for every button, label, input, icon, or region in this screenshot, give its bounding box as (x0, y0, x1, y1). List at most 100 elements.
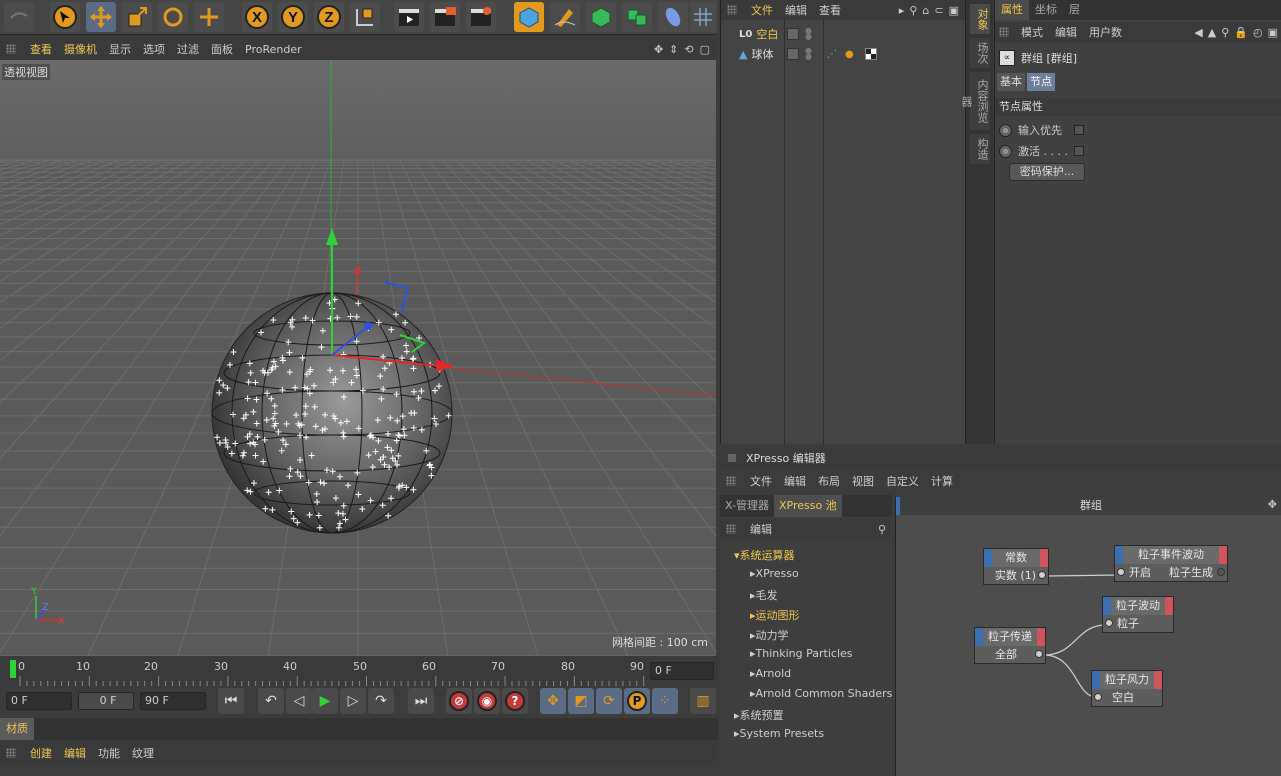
tree-item-system-operators[interactable]: ▾系统运算器 (734, 547, 795, 563)
output-port[interactable] (1035, 650, 1043, 658)
lock-icon[interactable]: 🔒 (1234, 26, 1248, 39)
menu-edit[interactable]: 编辑 (1049, 24, 1083, 40)
key-pla-button[interactable]: ⁘ (652, 688, 678, 714)
material-area[interactable] (0, 764, 718, 776)
node-particle-pass[interactable]: 粒子传递 全部 (974, 627, 1046, 664)
search-icon[interactable]: ⚲ (1221, 26, 1229, 39)
input-port[interactable] (1117, 568, 1125, 576)
node-constant[interactable]: 常数 实数 (1) (983, 548, 1049, 585)
object-name[interactable]: 球体 (751, 46, 773, 62)
new-window-icon[interactable]: ▣ (1268, 26, 1278, 39)
search-icon[interactable]: ⚲ (909, 4, 917, 17)
render-dots-icon[interactable]: ● ● (805, 27, 812, 41)
menu-custom[interactable]: 自定义 (880, 473, 925, 489)
prev-key-button[interactable]: ↶ (258, 688, 284, 714)
next-frame-button[interactable]: ▷ (340, 688, 366, 714)
x-axis-button[interactable]: X (242, 2, 272, 32)
enable-checkbox[interactable] (1074, 146, 1084, 156)
play-button[interactable]: ▶ (312, 688, 338, 714)
tab-material[interactable]: 材质 (0, 718, 34, 740)
menu-user-data[interactable]: 用户数 (1083, 24, 1128, 40)
subdivision-button[interactable] (586, 2, 616, 32)
key-scale-button[interactable]: ◩ (568, 688, 594, 714)
undo-icon[interactable] (4, 2, 34, 32)
prev-frame-button[interactable]: ◁ (286, 688, 312, 714)
animate-radio-icon[interactable] (999, 123, 1012, 137)
tree-item[interactable]: ▸毛发 (750, 587, 778, 603)
current-frame-field[interactable]: 0 F (650, 662, 714, 680)
menu-file[interactable]: 文件 (744, 473, 778, 489)
deformer-button[interactable] (658, 2, 688, 32)
cube-object-button[interactable] (514, 2, 544, 32)
tab-layers[interactable]: 层 (1063, 0, 1086, 20)
menu-edit[interactable]: 编辑 (779, 2, 813, 18)
animate-radio-icon[interactable] (999, 144, 1012, 158)
rotate-tool-button[interactable] (158, 2, 188, 32)
panel-grip-icon[interactable] (999, 27, 1009, 37)
end-frame-field[interactable]: 90 F (140, 692, 206, 710)
home-icon[interactable]: ⌂ (922, 4, 929, 17)
menu-display[interactable]: 显示 (103, 41, 137, 57)
material-tag-icon[interactable] (865, 48, 877, 60)
go-to-start-button[interactable]: ⏮ (218, 688, 244, 714)
pen-tool-button[interactable] (550, 2, 580, 32)
tab-attributes[interactable]: 属性 (995, 0, 1029, 20)
panel-grip-icon[interactable] (727, 5, 737, 15)
tree-item[interactable]: ▸System Presets (734, 727, 824, 740)
panel-grip-icon[interactable] (726, 524, 736, 534)
xpresso-node-canvas[interactable]: 群组 ✥ 常数 实数 (1) 粒子事件波动 开启 粒子生成 粒子波动 粒子 粒子… (895, 497, 1281, 776)
array-button[interactable] (622, 2, 652, 32)
side-tab-content-browser[interactable]: 内容浏览器 (960, 72, 990, 130)
next-key-button[interactable]: ↷ (368, 688, 394, 714)
tree-item[interactable]: ▸系统预置 (734, 707, 784, 723)
menu-layout[interactable]: 布局 (812, 473, 846, 489)
menu-panel[interactable]: 面板 (205, 41, 239, 57)
history-icon[interactable]: ◴ (1253, 26, 1263, 39)
select-tool-button[interactable] (50, 2, 80, 32)
menu-file[interactable]: 文件 (745, 2, 779, 18)
input-port[interactable] (1105, 619, 1113, 627)
node-particle-wave[interactable]: 粒子波动 粒子 (1102, 596, 1174, 633)
output-port[interactable] (1217, 568, 1225, 576)
subtab-node[interactable]: 节点 (1027, 73, 1055, 91)
start-frame-field[interactable]: 0 F (6, 692, 72, 710)
menu-calculate[interactable]: 计算 (925, 473, 959, 489)
visibility-toggle-icon[interactable] (787, 48, 799, 60)
render-settings-button[interactable] (466, 2, 496, 32)
menu-camera[interactable]: 摄像机 (58, 41, 103, 57)
auto-key-button[interactable]: ◉ (474, 688, 500, 714)
tree-item[interactable]: ▸XPresso (750, 567, 799, 580)
side-tab-takes[interactable]: 场次 (970, 38, 990, 68)
render-view-button[interactable] (394, 2, 424, 32)
rotate-view-icon[interactable]: ⟲ (684, 43, 693, 56)
object-row-sphere[interactable]: ▲ 球体 ● ● ⋰ ● (721, 44, 965, 64)
tab-coordinates[interactable]: 坐标 (1029, 0, 1063, 20)
scene-button[interactable] (690, 2, 716, 32)
tree-item-mograph[interactable]: ▸运动图形 (750, 607, 800, 623)
key-position-button[interactable]: ✥ (540, 688, 566, 714)
side-tab-objects[interactable]: 对象 (970, 4, 990, 34)
tree-item[interactable]: ▸Arnold Common Shaders (750, 687, 892, 700)
perspective-viewport[interactable]: Y Z X 透视视图 网格间距 : 100 cm (0, 60, 716, 656)
window-menu-icon[interactable] (728, 454, 736, 462)
viewport-camera-label[interactable]: 透视视图 (2, 64, 50, 80)
move-tool-button[interactable] (86, 2, 116, 32)
scale-tool-button[interactable] (122, 2, 152, 32)
menu-edit[interactable]: 编辑 (58, 745, 92, 761)
menu-prorender[interactable]: ProRender (239, 43, 308, 56)
object-name[interactable]: 空白 (756, 26, 778, 42)
menu-view[interactable]: 查看 (24, 41, 58, 57)
menu-view[interactable]: 查看 (813, 2, 847, 18)
tab-xpresso-pool[interactable]: XPresso 池 (773, 495, 842, 517)
subtab-basic[interactable]: 基本 (997, 73, 1025, 91)
move-view-icon[interactable]: ⇕ (669, 43, 678, 56)
key-rotation-button[interactable]: ⟳ (596, 688, 622, 714)
output-port[interactable] (1038, 571, 1046, 579)
back-arrow-icon[interactable]: ◀ (1194, 26, 1202, 39)
coordinate-system-button[interactable] (350, 2, 380, 32)
menu-create[interactable]: 创建 (24, 745, 58, 761)
up-arrow-icon[interactable]: ▲ (1208, 26, 1216, 39)
menu-options[interactable]: 选项 (137, 41, 171, 57)
toggle-view-icon[interactable]: ▢ (700, 43, 710, 56)
visibility-toggle-icon[interactable] (787, 28, 799, 40)
